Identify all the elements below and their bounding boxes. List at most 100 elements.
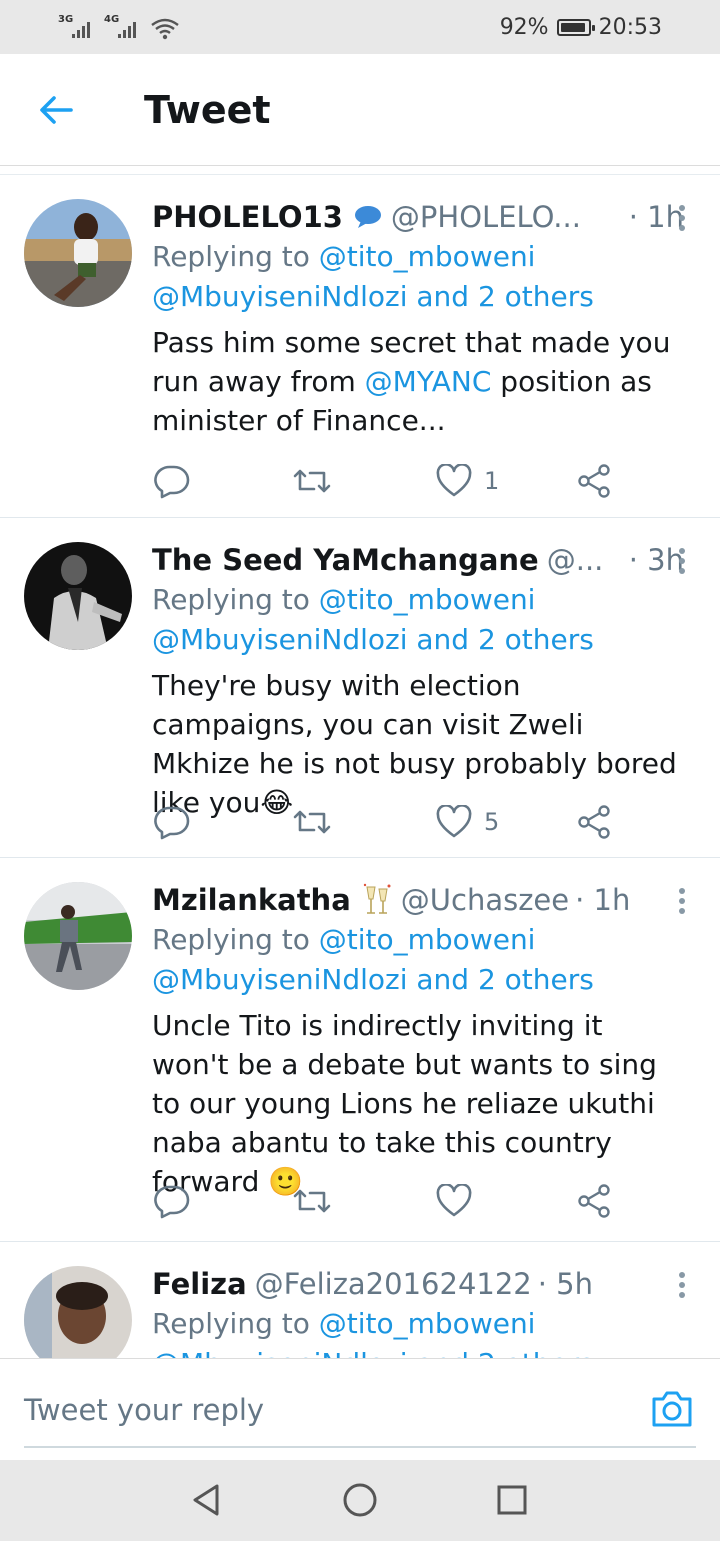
triangle-back-icon <box>193 1484 219 1516</box>
display-name[interactable]: PHOLELO13 <box>152 200 343 234</box>
page-title: Tweet <box>144 88 271 132</box>
reply-composer: Tweet your reply <box>0 1358 720 1460</box>
replying-more-link[interactable]: @MbuyiseniNdlozi and 2 others <box>152 1344 684 1358</box>
replying-more-link[interactable]: @MbuyiseniNdlozi and 2 others <box>152 960 684 1000</box>
circle-home-icon <box>343 1483 377 1517</box>
champagne-emoji-icon <box>361 883 393 917</box>
more-options-button[interactable] <box>670 1270 694 1300</box>
speech-bubble-emoji-icon <box>353 204 383 230</box>
mention-link[interactable]: @MYANC <box>365 365 492 398</box>
replying-prefix: Replying to <box>152 923 310 956</box>
tweet-body: PHOLELO13 @PHOLELO... · 1h Replying to @… <box>152 197 684 440</box>
reply-button[interactable] <box>152 802 192 842</box>
avatar[interactable] <box>24 882 132 990</box>
heart-icon <box>436 1184 472 1217</box>
tweet-text: Pass him some secret that made you run a… <box>152 323 684 440</box>
arrow-left-icon <box>40 96 73 124</box>
back-button[interactable] <box>34 90 78 130</box>
handle[interactable]: @... <box>547 543 604 577</box>
share-button[interactable] <box>576 461 612 501</box>
replying-prefix: Replying to <box>152 240 310 273</box>
mention-link[interactable]: @tito_mboweni <box>319 923 536 956</box>
reply-feed[interactable]: PHOLELO13 @PHOLELO... · 1h Replying to @… <box>0 174 720 1358</box>
share-icon <box>578 805 610 839</box>
tweet-actions: 5 <box>152 802 620 842</box>
avatar[interactable] <box>24 542 132 650</box>
replying-to: Replying to @tito_mboweni <box>152 920 684 960</box>
more-options-button[interactable] <box>670 886 694 916</box>
battery-icon <box>556 18 595 36</box>
heart-icon <box>436 805 472 838</box>
handle[interactable]: @Feliza201624122 <box>255 1267 532 1301</box>
more-options-button[interactable] <box>670 203 694 233</box>
timestamp: · 5h <box>537 1267 594 1301</box>
system-nav-bar <box>0 1460 720 1541</box>
tweet[interactable]: The Seed YaMchangane @... · 3h Replying … <box>0 518 720 858</box>
replying-more-link[interactable]: @MbuyiseniNdlozi and 2 others <box>152 277 684 317</box>
like-button[interactable]: 1 <box>436 461 499 501</box>
app-header: Tweet <box>0 54 720 166</box>
tweet[interactable]: Feliza @Feliza201624122 · 5h Replying to… <box>0 1242 720 1358</box>
like-count: 5 <box>484 808 500 836</box>
signal-4g-icon: 4G <box>104 14 142 40</box>
nav-recents-button[interactable] <box>492 1480 532 1520</box>
tweet-meta: Feliza @Feliza201624122 · 5h <box>152 1264 684 1304</box>
display-name[interactable]: Feliza <box>152 1267 247 1301</box>
reply-icon <box>154 806 190 840</box>
tweet-body: Feliza @Feliza201624122 · 5h Replying to… <box>152 1264 684 1358</box>
camera-icon <box>652 1391 692 1427</box>
mention-link[interactable]: @tito_mboweni <box>319 583 536 616</box>
network-type-label: 4G <box>104 14 120 25</box>
handle[interactable]: @PHOLELO... <box>391 200 581 234</box>
avatar[interactable] <box>24 199 132 307</box>
mention-link[interactable]: @tito_mboweni <box>319 1307 536 1340</box>
tweet[interactable]: PHOLELO13 @PHOLELO... · 1h Replying to @… <box>0 175 720 518</box>
replying-to: Replying to @tito_mboweni <box>152 580 684 620</box>
nav-home-button[interactable] <box>340 1480 380 1520</box>
text-part: They're busy with election campaigns, yo… <box>152 669 677 819</box>
tweet-actions: 1 <box>152 461 620 501</box>
avatar[interactable] <box>24 1266 132 1358</box>
like-button[interactable]: 5 <box>436 802 499 842</box>
signal-3g-icon: 3G <box>58 14 96 40</box>
heart-icon <box>436 464 472 497</box>
replying-prefix: Replying to <box>152 583 310 616</box>
tweet-body: The Seed YaMchangane @... · 3h Replying … <box>152 540 684 822</box>
share-button[interactable] <box>576 1181 612 1221</box>
reply-icon <box>154 465 190 499</box>
clock: 20:53 <box>598 14 662 40</box>
share-icon <box>578 464 610 498</box>
network-type-label: 3G <box>58 14 74 25</box>
tweet-meta: Mzilankatha @Uchaszee · 1h <box>152 880 684 920</box>
more-options-button[interactable] <box>670 546 694 576</box>
tweet-text: Uncle Tito is indirectly inviting it won… <box>152 1006 684 1201</box>
retweet-icon <box>293 469 331 493</box>
retweet-button[interactable] <box>292 461 332 501</box>
display-name[interactable]: Mzilankatha <box>152 883 351 917</box>
display-name[interactable]: The Seed YaMchangane <box>152 543 539 577</box>
nav-back-button[interactable] <box>186 1480 226 1520</box>
text-part: Uncle Tito is indirectly inviting it won… <box>152 1009 657 1198</box>
reply-button[interactable] <box>152 1181 192 1221</box>
tweet-meta: The Seed YaMchangane @... · 3h <box>152 540 684 580</box>
camera-button[interactable] <box>650 1389 694 1429</box>
reply-icon <box>154 1185 190 1219</box>
tweet-body: Mzilankatha @Uchaszee · 1h Replying to @… <box>152 880 684 1201</box>
retweet-button[interactable] <box>292 1181 332 1221</box>
share-button[interactable] <box>576 802 612 842</box>
tweet[interactable]: Mzilankatha @Uchaszee · 1h Replying to @… <box>0 858 720 1242</box>
reply-placeholder: Tweet your reply <box>24 1393 265 1427</box>
tweet-text: They're busy with election campaigns, yo… <box>152 666 684 822</box>
like-button[interactable] <box>436 1181 484 1221</box>
retweet-icon <box>293 1189 331 1213</box>
retweet-button[interactable] <box>292 802 332 842</box>
replying-to: Replying to @tito_mboweni <box>152 1304 684 1344</box>
tweet-meta: PHOLELO13 @PHOLELO... · 1h <box>152 197 684 237</box>
tweet-actions <box>152 1181 620 1221</box>
reply-button[interactable] <box>152 461 192 501</box>
replying-more-link[interactable]: @MbuyiseniNdlozi and 2 others <box>152 620 684 660</box>
status-bar: 3G 4G 92% 20:53 <box>0 0 720 54</box>
reply-input[interactable]: Tweet your reply <box>24 1359 696 1448</box>
handle[interactable]: @Uchaszee <box>401 883 569 917</box>
mention-link[interactable]: @tito_mboweni <box>319 240 536 273</box>
